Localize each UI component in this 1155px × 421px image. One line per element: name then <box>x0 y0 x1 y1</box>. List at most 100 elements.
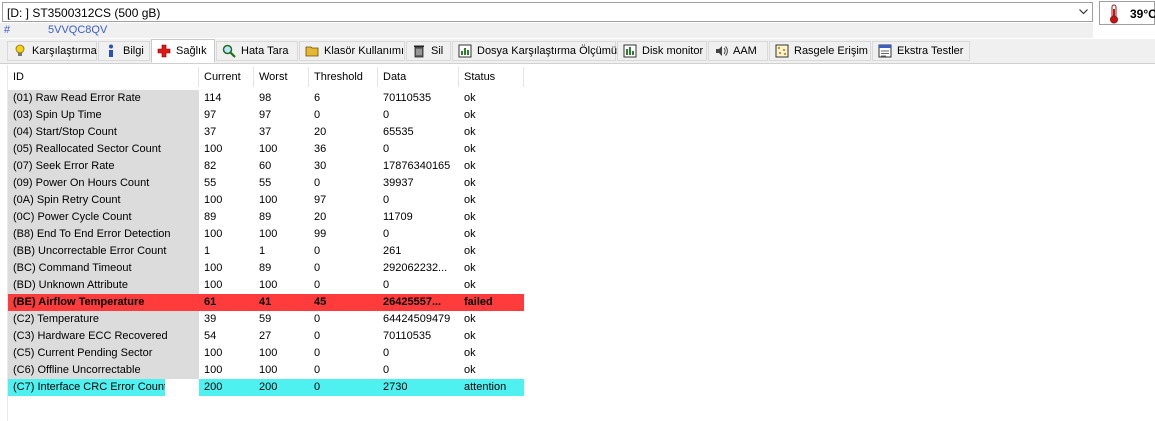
cell-status: ok <box>464 279 476 291</box>
cell-id: (BB) Uncorrectable Error Count <box>8 243 199 260</box>
table-row[interactable]: (B8) End To End Error Detection 100 100 99 0… <box>8 226 528 243</box>
cell-data: 2730 <box>378 379 459 396</box>
table-row[interactable]: (04) Start/Stop Count 37 37 20 65535 ok <box>8 124 528 141</box>
cell-id: (03) Spin Up Time <box>8 107 199 124</box>
column-header-status[interactable]: Status <box>459 67 524 87</box>
column-header-current[interactable]: Current <box>199 67 254 87</box>
cell-status: failed <box>459 294 524 311</box>
cell-status: attention <box>459 379 524 396</box>
tab-ekstra-testler[interactable]: Ekstra Testler <box>872 41 970 61</box>
cell-id: (C5) Current Pending Sector <box>8 345 199 362</box>
tab-label: Ekstra Testler <box>897 45 964 57</box>
thermometer-icon <box>1108 4 1120 27</box>
cell-current: 114 <box>204 92 222 104</box>
table-row[interactable]: (BE) Airflow Temperature 61 41 45 26425557..… <box>8 294 528 311</box>
tab-rasgele-erisim[interactable]: Rasgele Erişim <box>769 41 871 61</box>
cell-data: 0 <box>383 279 390 291</box>
cell-current: 200 <box>199 379 254 396</box>
tab-disk-monitor[interactable]: Disk monitor <box>617 41 707 61</box>
cell-status: ok <box>464 126 476 138</box>
cell-id: (C7) Interface CRC Error Count <box>8 379 165 396</box>
table-row[interactable]: (C7) Interface CRC Error Count 200 200 0 273… <box>8 379 528 396</box>
tab-label: AAM <box>733 45 757 57</box>
cell-id: (C3) Hardware ECC Recovered <box>8 328 199 345</box>
cell-worst: 1 <box>259 245 266 257</box>
table-row[interactable]: (0A) Spin Retry Count 100 100 97 0 ok <box>8 192 528 209</box>
tab-label: Klasör Kullanımı <box>324 45 405 57</box>
tab-label: Hata Tara <box>241 45 289 57</box>
table-row[interactable]: (09) Power On Hours Count 55 55 0 39937 ok <box>8 175 528 192</box>
cell-threshold: 99 <box>314 228 327 240</box>
cell-threshold: 20 <box>314 211 327 223</box>
tab-dosya-karsilastirma[interactable]: Dosya Karşılaştırma Ölçümü <box>452 41 617 61</box>
table-row[interactable]: (BB) Uncorrectable Error Count 1 1 0 261 ok <box>8 243 528 260</box>
tab-hata-tara[interactable]: Hata Tara <box>216 41 298 61</box>
cell-worst: 89 <box>259 211 272 223</box>
table-row[interactable]: (C3) Hardware ECC Recovered 54 27 0 70110535… <box>8 328 528 345</box>
cell-threshold: 0 <box>314 313 321 325</box>
temperature-value: 39°C <box>1130 7 1155 21</box>
cell-threshold: 20 <box>314 126 327 138</box>
table-row[interactable]: (07) Seek Error Rate 82 60 30 17876340165 ok <box>8 158 528 175</box>
cell-current: 100 <box>204 262 223 274</box>
tab-klasor-kullanimi[interactable]: Klasör Kullanımı <box>299 41 405 61</box>
cell-status: ok <box>464 160 476 172</box>
cell-id: (B8) End To End Error Detection <box>8 226 199 243</box>
chevron-down-icon[interactable] <box>1074 3 1092 21</box>
tab-saglik[interactable]: Sağlık <box>151 39 215 63</box>
cell-worst: 59 <box>259 313 272 325</box>
drive-select[interactable]: [D: ] ST3500312CS (500 gB) <box>2 2 1093 22</box>
cell-threshold: 0 <box>314 364 321 376</box>
cell-status: ok <box>464 330 476 342</box>
tab-label: Sağlık <box>176 45 207 57</box>
table-row[interactable]: (BD) Unknown Attribute 100 100 0 0 ok <box>8 277 528 294</box>
cell-current: 39 <box>204 313 217 325</box>
cell-id: (BD) Unknown Attribute <box>8 277 199 294</box>
table-row[interactable]: (01) Raw Read Error Rate 114 98 6 70110535 ok <box>8 90 528 107</box>
serial-number: 5VVQC8QV <box>48 24 108 36</box>
tab-bilgi[interactable]: Bilgi <box>98 41 150 61</box>
cell-threshold: 6 <box>314 92 321 104</box>
cell-worst: 100 <box>259 143 278 155</box>
table-row[interactable]: (BC) Command Timeout 100 89 0 292062232... ok <box>8 260 528 277</box>
tab-karsilastirma[interactable]: Karşılaştırma <box>7 41 97 61</box>
cell-data: 65535 <box>383 126 414 138</box>
tab-label: Karşılaştırma <box>32 45 97 57</box>
cell-status: ok <box>464 211 476 223</box>
cell-current: 55 <box>204 177 217 189</box>
cell-id: (07) Seek Error Rate <box>8 158 199 175</box>
cell-data: 261 <box>383 245 402 257</box>
cell-worst: 89 <box>259 262 272 274</box>
column-header-data[interactable]: Data <box>378 67 459 87</box>
tab-label: Rasgele Erişim <box>794 45 868 57</box>
tab-label: Sil <box>431 45 444 57</box>
column-header-threshold[interactable]: Threshold <box>309 67 378 87</box>
table-row[interactable]: (C2) Temperature 39 59 0 64424509479 ok <box>8 311 528 328</box>
cell-status: ok <box>464 194 476 206</box>
cell-data: 0 <box>383 347 390 359</box>
cell-status: ok <box>464 92 476 104</box>
cell-threshold: 0 <box>314 109 321 121</box>
drive-bar: [D: ] ST3500312CS (500 gB) 39°C <box>0 0 1155 27</box>
column-header-worst[interactable]: Worst <box>254 67 309 87</box>
cell-status: ok <box>464 109 476 121</box>
cell-worst: 100 <box>259 364 278 376</box>
tab-sil[interactable]: Sil <box>406 41 451 61</box>
cell-current: 100 <box>204 279 223 291</box>
cell-id: (C6) Offline Uncorrectable <box>8 362 199 379</box>
table-row[interactable]: (C5) Current Pending Sector 100 100 0 0 ok <box>8 345 528 362</box>
table-header: ID Current Worst Threshold Data Status <box>8 67 528 87</box>
table-row[interactable]: (05) Reallocated Sector Count 100 100 36 0 ok <box>8 141 528 158</box>
table-row[interactable]: (C6) Offline Uncorrectable 100 100 0 0 ok <box>8 362 528 379</box>
cell-id: (0A) Spin Retry Count <box>8 192 199 209</box>
cell-status: ok <box>464 143 476 155</box>
table-row[interactable]: (0C) Power Cycle Count 89 89 20 11709 ok <box>8 209 528 226</box>
tab-aam[interactable]: AAM <box>708 41 768 61</box>
speaker-icon <box>714 44 728 58</box>
cell-data: 0 <box>383 228 390 240</box>
cell-threshold: 45 <box>309 294 378 311</box>
table-row[interactable]: (03) Spin Up Time 97 97 0 0 ok <box>8 107 528 124</box>
cell-worst: 200 <box>254 379 309 396</box>
serial-prefix: # <box>4 24 11 36</box>
column-header-id[interactable]: ID <box>8 67 199 87</box>
